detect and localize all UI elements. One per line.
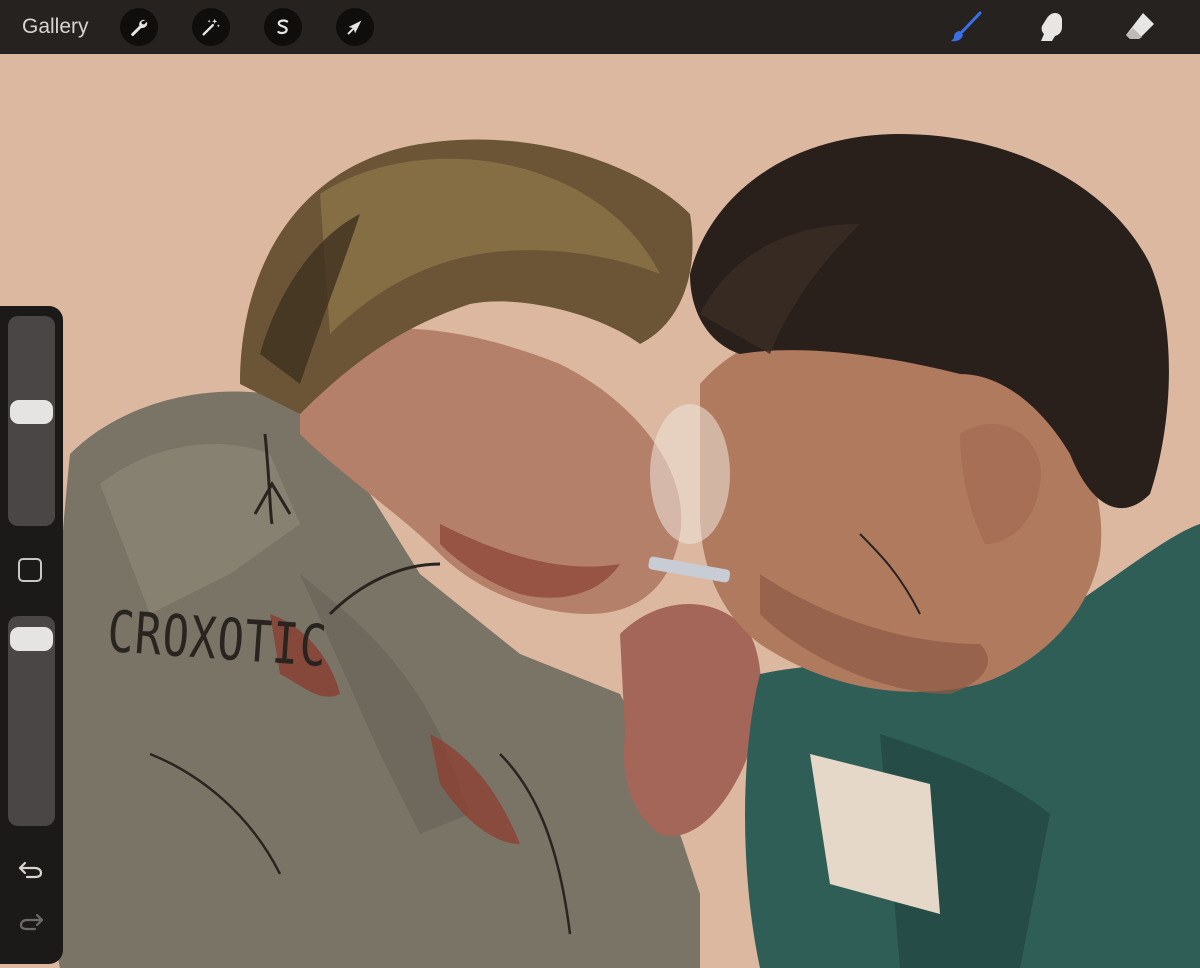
- eraser-button[interactable]: [1122, 10, 1158, 44]
- top-toolbar: Gallery: [0, 0, 1200, 54]
- undo-icon: [18, 861, 43, 879]
- brush-size-slider[interactable]: [8, 316, 55, 526]
- opacity-slider[interactable]: [8, 616, 55, 826]
- drawing-canvas[interactable]: CROXOTIC: [0, 54, 1200, 968]
- eraser-icon: [1126, 13, 1154, 39]
- arrow-cursor-icon: [347, 20, 362, 35]
- brush-button[interactable]: [948, 10, 984, 44]
- undo-button[interactable]: [14, 854, 48, 884]
- brush-sidebar: [0, 306, 63, 964]
- gallery-button[interactable]: Gallery: [22, 13, 89, 41]
- smudge-finger-icon: [1041, 13, 1062, 41]
- modify-button[interactable]: [18, 558, 42, 582]
- artwork-illustration: [49, 134, 1200, 968]
- brush-size-thumb[interactable]: [10, 399, 53, 424]
- opacity-thumb[interactable]: [10, 627, 53, 652]
- adjustments-button[interactable]: [192, 8, 230, 46]
- magic-wand-icon: [202, 18, 220, 36]
- smudge-button[interactable]: [1034, 10, 1070, 44]
- redo-icon: [19, 913, 44, 931]
- actions-button[interactable]: [120, 8, 158, 46]
- selection-button[interactable]: [264, 8, 302, 46]
- brush-icon: [951, 11, 982, 42]
- transform-button[interactable]: [336, 8, 374, 46]
- wrench-icon: [131, 19, 148, 36]
- s-selection-icon: [277, 19, 289, 35]
- redo-button[interactable]: [14, 906, 48, 936]
